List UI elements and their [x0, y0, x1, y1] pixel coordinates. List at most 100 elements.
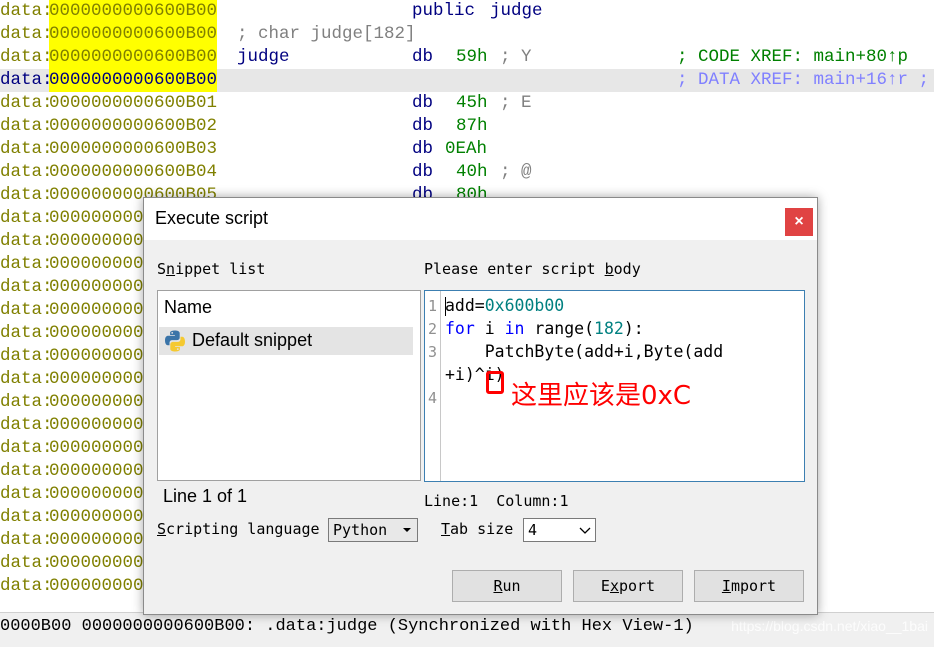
snippet-list-header-name[interactable]: Name — [164, 297, 212, 318]
listing-segment: data: — [0, 415, 53, 435]
snippet-list-item-label: Default snippet — [192, 330, 313, 350]
watermark-text: https://blog.csdn.net/xiao__1bai — [731, 618, 928, 634]
listing-operand: 40h — [456, 162, 488, 182]
dialog-title: Execute script — [155, 208, 269, 228]
snippet-list[interactable]: Name Default snippet — [157, 290, 421, 481]
listing-row[interactable]: data: 0000000000600B03 db 0EAh — [0, 138, 934, 161]
listing-segment: data: — [0, 507, 53, 527]
listing-row[interactable]: data: 0000000000600B00 ; char judge[182] — [0, 23, 934, 46]
listing-segment: data: — [0, 576, 53, 596]
listing-segment: data: — [0, 70, 53, 90]
listing-segment: data: — [0, 438, 53, 458]
line-number: 1 — [428, 297, 438, 315]
listing-segment: data: — [0, 300, 53, 320]
listing-label: judge — [237, 47, 290, 67]
execute-script-dialog: Execute script × Snippet list Please ent… — [143, 197, 818, 615]
listing-address: 0000000000600B03 — [49, 139, 218, 159]
status-address: 0000000000600B00: — [81, 617, 256, 636]
snippet-list-item[interactable]: Default snippet — [159, 327, 413, 355]
listing-address: 0000000000600B00 — [49, 0, 218, 23]
listing-segment: data: — [0, 530, 53, 550]
annotation-highlight-box — [486, 371, 504, 394]
code-line[interactable]: add=0x600b00 — [445, 296, 564, 315]
line-number: 2 — [428, 320, 438, 338]
export-button[interactable]: Export — [573, 570, 683, 602]
tab-size-value: 4 — [528, 521, 538, 539]
listing-address: 0000000000600B01 — [49, 93, 218, 113]
text-caret — [445, 297, 446, 316]
listing-row[interactable]: data: 0000000000600B02 db 87h — [0, 115, 934, 138]
line-number-gutter: 1 2 3 4 — [425, 291, 441, 481]
run-button[interactable]: Run — [452, 570, 562, 602]
listing-segment: data: — [0, 484, 53, 504]
snippet-line-counter: Line 1 of 1 — [163, 486, 248, 506]
python-icon — [165, 330, 185, 352]
status-offset: 0000B00 — [0, 617, 72, 636]
dialog-titlebar[interactable]: Execute script × — [144, 198, 817, 240]
listing-segment: data: — [0, 277, 53, 297]
listing-instruction: db — [412, 139, 434, 159]
code-line[interactable]: for i in range(182): — [445, 319, 644, 338]
close-icon: × — [794, 213, 804, 230]
listing-segment: data: — [0, 93, 53, 113]
code-line[interactable]: PatchByte(add+i,Byte(add — [445, 342, 723, 361]
listing-address: 0000000000600B00 — [49, 23, 218, 46]
listing-row[interactable]: data: 0000000000600B00 ; DATA XREF: main+1… — [0, 69, 934, 92]
listing-row[interactable]: data: 0000000000600B00 judge db 59h ; Y ; CODE… — [0, 46, 934, 69]
listing-operand-comment: ; @ — [500, 162, 532, 182]
listing-row[interactable]: data: 0000000000600B00 public judge — [0, 0, 934, 23]
listing-segment: data: — [0, 24, 53, 44]
listing-segment: data: — [0, 139, 53, 159]
status-bar-text: 0000B00 0000000000600B00: .data:judge (S… — [0, 617, 694, 636]
listing-operand: 45h — [456, 93, 488, 113]
listing-xref: ; CODE XREF: main+80↑p — [677, 47, 909, 67]
script-body-label: Please enter script body — [424, 260, 641, 278]
listing-row[interactable]: data: 0000000000600B04 db 40h ; @ — [0, 161, 934, 184]
listing-address: 0000000000600B00 — [49, 69, 218, 92]
listing-address: 0000000000600B00 — [49, 46, 218, 69]
listing-segment: data: — [0, 47, 53, 67]
listing-address: 0000000000600B04 — [49, 162, 218, 182]
listing-segment: data: — [0, 162, 53, 182]
line-number: 3 — [428, 343, 438, 361]
listing-instruction: db — [412, 116, 434, 136]
listing-segment: data: — [0, 1, 53, 21]
snippet-list-label: Snippet list — [157, 260, 266, 278]
listing-instruction: db — [412, 93, 434, 113]
cursor-position: Line:1 Column:1 — [424, 492, 569, 510]
listing-instruction: public — [412, 1, 476, 21]
listing-segment: data: — [0, 254, 53, 274]
chevron-down-icon — [579, 527, 591, 534]
listing-address: 0000000000600B02 — [49, 116, 218, 136]
scripting-language-value: Python — [333, 521, 388, 539]
listing-instruction: db — [412, 162, 434, 182]
listing-segment: data: — [0, 369, 53, 389]
listing-operand: 87h — [456, 116, 488, 136]
listing-comment: ; char judge[182] — [237, 24, 416, 44]
listing-segment: data: — [0, 185, 53, 205]
listing-operand-comment: ; E — [500, 93, 532, 113]
listing-xref: ; DATA XREF: main+16↑r ; — [677, 70, 930, 90]
status-sync: (Synchronized with Hex View-1) — [387, 617, 694, 636]
tab-size-label: Tab size — [441, 520, 514, 538]
tab-size-select[interactable]: 4 — [523, 518, 596, 542]
scripting-language-label: Scripting language — [157, 520, 320, 538]
annotation-text: 这里应该是0xC — [511, 381, 692, 411]
listing-operand: 59h — [456, 47, 488, 67]
listing-segment: data: — [0, 392, 53, 412]
listing-instruction: db — [412, 47, 434, 67]
status-location: .data:judge — [265, 617, 378, 636]
listing-operand: judge — [490, 1, 543, 21]
listing-segment: data: — [0, 553, 53, 573]
listing-segment: data: — [0, 231, 53, 251]
listing-segment: data: — [0, 346, 53, 366]
listing-segment: data: — [0, 323, 53, 343]
listing-segment: data: — [0, 208, 53, 228]
close-button[interactable]: × — [785, 208, 813, 236]
line-number: 4 — [428, 389, 438, 407]
listing-operand: 0EAh — [445, 139, 488, 159]
listing-segment: data: — [0, 116, 53, 136]
listing-row[interactable]: data: 0000000000600B01 db 45h ; E — [0, 92, 934, 115]
scripting-language-select[interactable]: Python — [328, 518, 418, 542]
import-button[interactable]: Import — [694, 570, 804, 602]
